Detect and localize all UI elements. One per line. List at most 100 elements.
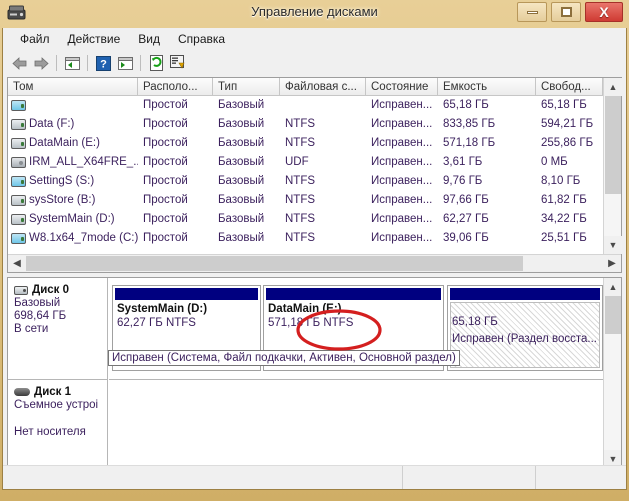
partition-size: 65,18 ГБ [452, 316, 498, 328]
disk-1-type: Съемное устроі [14, 399, 99, 411]
cell-filesystem: NTFS [285, 118, 316, 130]
volume-name: IRM_ALL_X64FRE_... [29, 156, 138, 168]
column-header-filesystem[interactable]: Файловая с... [280, 78, 366, 96]
table-row[interactable]: W8.1x64_7mode (C:) Простой Базовый NTFS … [8, 229, 603, 248]
title-bar[interactable]: Управление дисками X [0, 0, 629, 28]
drive-icon-blue [11, 100, 26, 111]
cell-type: Базовый [218, 99, 265, 111]
volume-list[interactable]: Том Располо... Тип Файловая с... Состоян… [7, 77, 622, 273]
graphical-pane-scrollbar[interactable]: ▲ ▼ [603, 278, 621, 468]
column-header-free[interactable]: Свобод... [536, 78, 603, 96]
cell-capacity: 571,18 ГБ [443, 137, 496, 149]
cell-volume[interactable]: SettingS (S:) [8, 172, 138, 191]
help-icon[interactable]: ? [92, 52, 114, 74]
table-row[interactable]: sysStore (B:) Простой Базовый NTFS Испра… [8, 191, 603, 210]
cell-filesystem: NTFS [285, 232, 316, 244]
disk-1-partition-area [109, 380, 603, 468]
cell-volume[interactable] [8, 96, 138, 115]
show-console-tree-icon[interactable] [61, 52, 83, 74]
maximize-button[interactable] [551, 2, 581, 22]
cell-free: 255,86 ГБ [541, 137, 594, 149]
cell-capacity: 62,27 ГБ [443, 213, 489, 225]
cell-status: Исправен... [371, 213, 433, 225]
partition-recovery[interactable]: 65,18 ГБ Исправен (Раздел восста... [447, 285, 603, 371]
cell-filesystem: NTFS [285, 137, 316, 149]
drive-icon-grey [11, 119, 26, 130]
scroll-left-icon[interactable]: ◀ [8, 255, 26, 272]
cell-status: Исправен... [371, 118, 433, 130]
scroll-up-icon[interactable]: ▲ [604, 278, 621, 296]
cell-free: 25,51 ГБ [541, 232, 587, 244]
disk-0-name-line: Диск 0 [14, 284, 103, 296]
minimize-icon [526, 10, 538, 14]
volume-name: SystemMain (D:) [29, 213, 115, 225]
cell-layout: Простой [143, 137, 188, 149]
cell-volume[interactable]: Data (F:) [8, 115, 138, 134]
minimize-button[interactable] [517, 2, 547, 22]
toolbar-separator [140, 55, 141, 71]
cell-capacity: 39,06 ГБ [443, 232, 489, 244]
cell-type: Базовый [218, 137, 265, 149]
horizontal-scrollbar-thumb[interactable] [26, 256, 523, 271]
disk-0-size: 698,64 ГБ [14, 310, 67, 322]
menu-view[interactable]: Вид [129, 30, 169, 48]
column-header-status[interactable]: Состояние [366, 78, 438, 96]
cell-type: Базовый [218, 194, 265, 206]
table-row[interactable]: Data (F:) Простой Базовый NTFS Исправен.… [8, 115, 603, 134]
cell-volume[interactable]: SystemMain (D:) [8, 210, 138, 229]
cell-volume[interactable]: DataMain (E:) [8, 134, 138, 153]
volume-list-vertical-scrollbar[interactable]: ▲ ▼ [603, 78, 622, 254]
show-action-pane-icon[interactable] [114, 52, 136, 74]
menu-action[interactable]: Действие [59, 30, 130, 48]
graphical-scrollbar-thumb[interactable] [605, 296, 621, 334]
forward-icon[interactable] [30, 52, 52, 74]
cell-status: Исправен... [371, 99, 433, 111]
menu-help[interactable]: Справка [169, 30, 234, 48]
vertical-scrollbar-thumb[interactable] [605, 96, 621, 194]
partition-status-tooltip: Исправен (Система, Файл подкачки, Активе… [108, 350, 460, 366]
cell-filesystem: UDF [285, 156, 309, 168]
column-header-layout[interactable]: Располо... [138, 78, 213, 96]
table-row[interactable]: SettingS (S:) Простой Базовый NTFS Испра… [8, 172, 603, 191]
table-row[interactable]: Простой Базовый Исправен... 65,18 ГБ 65,… [8, 96, 603, 115]
disk-0-info[interactable]: Диск 0 Базовый 698,64 ГБ В сети [8, 278, 108, 380]
disk-1-name: Диск 1 [34, 386, 72, 398]
partition-title: DataMain (E:) [268, 303, 342, 315]
table-row[interactable]: DataMain (E:) Простой Базовый NTFS Испра… [8, 134, 603, 153]
scroll-down-icon[interactable]: ▼ [604, 236, 622, 254]
cell-filesystem: NTFS [285, 213, 316, 225]
partition-color-bar [266, 288, 441, 300]
table-row[interactable]: IRM_ALL_X64FRE_... Простой Базовый UDF И… [8, 153, 603, 172]
rescan-disks-icon[interactable] [145, 52, 167, 74]
column-header-type[interactable]: Тип [213, 78, 280, 96]
volume-list-horizontal-scrollbar[interactable]: ◀ ▶ [8, 254, 621, 272]
cell-layout: Простой [143, 99, 188, 111]
cell-layout: Простой [143, 213, 188, 225]
cell-capacity: 97,66 ГБ [443, 194, 489, 206]
close-button[interactable]: X [585, 2, 623, 22]
disk-1-info[interactable]: Диск 1 Съемное устроі Нет носителя [8, 380, 108, 468]
cell-volume[interactable]: W8.1x64_7mode (C:) [8, 229, 138, 248]
toolbar-separator [87, 55, 88, 71]
drive-icon-blue [11, 233, 26, 244]
back-icon[interactable] [8, 52, 30, 74]
client-area: Файл Действие Вид Справка ? Том Располо.… [2, 28, 627, 490]
cell-free: 65,18 ГБ [541, 99, 587, 111]
cell-free: 8,10 ГБ [541, 175, 581, 187]
cell-type: Базовый [218, 175, 265, 187]
column-header-volume[interactable]: Том [8, 78, 138, 96]
table-row[interactable]: SystemMain (D:) Простой Базовый NTFS Исп… [8, 210, 603, 229]
cell-volume[interactable]: IRM_ALL_X64FRE_... [8, 153, 138, 172]
drive-icon-grey [11, 214, 26, 225]
scroll-up-icon[interactable]: ▲ [604, 78, 622, 96]
cell-status: Исправен... [371, 137, 433, 149]
column-header-capacity[interactable]: Емкость [438, 78, 536, 96]
properties-icon[interactable] [167, 52, 189, 74]
toolbar-separator [56, 55, 57, 71]
menu-file[interactable]: Файл [11, 30, 59, 48]
volume-name: DataMain (E:) [29, 137, 100, 149]
cell-volume[interactable]: sysStore (B:) [8, 191, 138, 210]
scroll-right-icon[interactable]: ▶ [603, 255, 621, 272]
disk-row-1[interactable]: Диск 1 Съемное устроі Нет носителя [8, 380, 603, 468]
graphical-disk-pane[interactable]: Диск 0 Базовый 698,64 ГБ В сети SystemMa… [7, 277, 622, 469]
